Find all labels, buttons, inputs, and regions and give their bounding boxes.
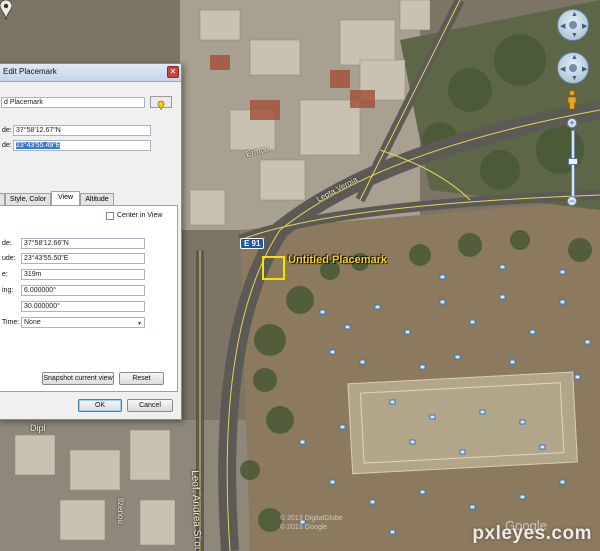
view-latitude-field[interactable]: 37°58'12.66"N bbox=[21, 238, 145, 249]
imagery-copyright: © 2013 Google bbox=[280, 524, 328, 531]
placemark-pin-icon[interactable] bbox=[0, 0, 12, 20]
zoom-thumb[interactable] bbox=[568, 158, 578, 165]
street-view-pegman-icon[interactable] bbox=[566, 90, 578, 110]
route-shield: E 91 bbox=[240, 238, 265, 249]
time-select[interactable]: None ▼ bbox=[21, 317, 145, 328]
view-longitude-field[interactable]: 23°43'55.50"E bbox=[21, 253, 145, 264]
view-range-label: e: bbox=[2, 271, 8, 278]
placemark-icon-button[interactable] bbox=[150, 96, 172, 111]
placemark-name-field[interactable]: d Placemark bbox=[1, 97, 145, 108]
edit-placemark-dialog: Edit Placemark ✕ d Placemark de: 37°58'1… bbox=[0, 63, 182, 420]
view-tilt-field[interactable]: 30.000000° bbox=[21, 301, 145, 312]
ok-button[interactable]: OK bbox=[78, 399, 122, 412]
dialog-title: Edit Placemark bbox=[3, 67, 57, 76]
latitude-label: de: bbox=[2, 127, 12, 134]
reset-button[interactable]: Reset bbox=[119, 372, 164, 385]
center-in-view-label: Center in View bbox=[117, 212, 163, 219]
view-range-field[interactable]: 319m bbox=[21, 269, 145, 280]
tab-style-color[interactable]: Style, Color bbox=[5, 193, 51, 205]
imagery-copyright: © 2013 DigitalGlobe bbox=[280, 515, 343, 522]
view-latitude-label: de: bbox=[2, 240, 12, 247]
dialog-titlebar[interactable]: Edit Placemark ✕ bbox=[0, 64, 181, 82]
center-in-view-checkbox[interactable] bbox=[106, 212, 114, 220]
latitude-field[interactable]: 37°58'12.67"N bbox=[13, 125, 151, 136]
cancel-button[interactable]: Cancel bbox=[127, 399, 173, 412]
watermark: pxleyes.com bbox=[472, 523, 592, 544]
look-around-icon[interactable]: ▲ ▼ ◀ ▶ bbox=[557, 9, 589, 41]
chevron-down-icon: ▼ bbox=[137, 321, 142, 327]
placemark-selection-box[interactable] bbox=[262, 256, 285, 280]
road-label: Dipl bbox=[30, 423, 46, 433]
longitude-value-selected: 23°43'55.49"E bbox=[16, 142, 61, 149]
time-select-value: None bbox=[24, 319, 41, 326]
tab-altitude[interactable]: Altitude bbox=[80, 193, 114, 205]
longitude-label: de: bbox=[2, 142, 12, 149]
snapshot-current-view-button[interactable]: Snapshot current view bbox=[42, 372, 114, 385]
close-icon[interactable]: ✕ bbox=[167, 66, 179, 78]
longitude-field[interactable]: 23°43'55.49"E bbox=[13, 140, 151, 151]
tab-view[interactable]: View bbox=[51, 191, 80, 205]
view-longitude-label: ude: bbox=[2, 255, 16, 262]
pushpin-icon bbox=[157, 100, 165, 111]
zoom-in-button[interactable]: + bbox=[567, 118, 577, 128]
move-pan-icon[interactable]: ▲ ▼ ◀ ▶ bbox=[557, 52, 589, 84]
zoom-out-button[interactable]: − bbox=[567, 196, 577, 206]
view-heading-label: ing: bbox=[2, 287, 14, 294]
time-label: Time: bbox=[2, 319, 20, 326]
placemark-label[interactable]: Untitled Placemark bbox=[288, 254, 387, 266]
zoom-slider[interactable]: + − bbox=[567, 118, 578, 210]
view-heading-field[interactable]: 6.000000° bbox=[21, 285, 145, 296]
view-tab-panel bbox=[0, 205, 178, 392]
road-label: Ilzenou bbox=[116, 498, 125, 524]
